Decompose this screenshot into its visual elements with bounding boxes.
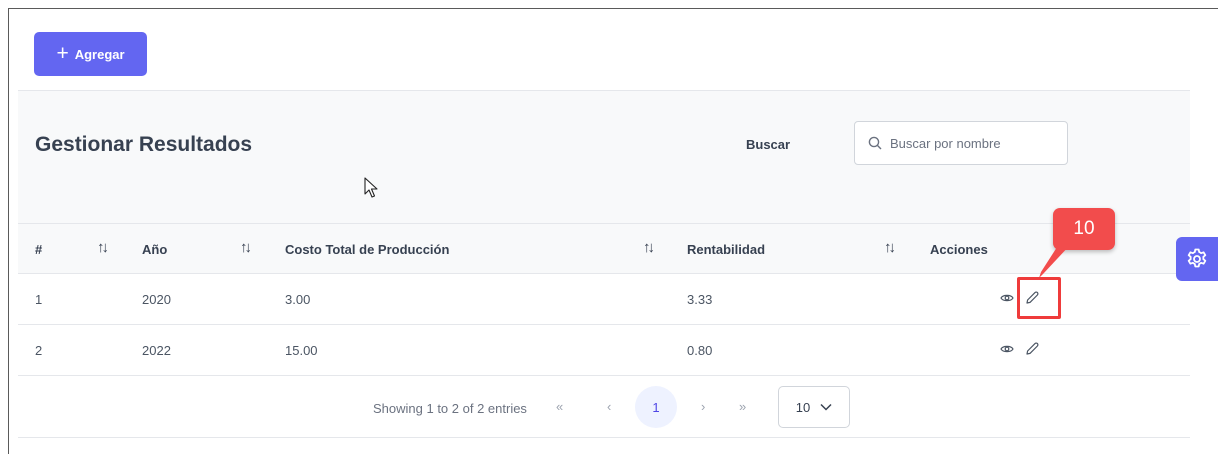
callout-arrow <box>1039 244 1071 278</box>
next-page-button[interactable]: › <box>701 399 705 414</box>
gear-icon <box>1187 248 1207 268</box>
cell-number: 2 <box>35 343 43 358</box>
mouse-cursor-icon <box>364 177 378 198</box>
edit-pencil-icon[interactable] <box>1024 341 1040 357</box>
search-icon <box>868 136 882 150</box>
cell-year: 2022 <box>142 343 171 358</box>
col-header-profit: Rentabilidad <box>687 242 766 257</box>
page-title: Gestionar Resultados <box>35 133 253 156</box>
add-button-label: Agregar <box>74 46 125 62</box>
prev-page-button[interactable]: ‹ <box>607 399 611 414</box>
card-header: Gestionar Resultados Buscar <box>18 90 1190 223</box>
page-1-button[interactable]: 1 <box>635 386 677 428</box>
pagination: Showing 1 to 2 of 2 entries « ‹ 1 › » 10 <box>18 376 1190 438</box>
first-page-button[interactable]: « <box>556 399 563 414</box>
table-header: # ↑↓ Año ↑↓ Costo Total de Producción ↑↓… <box>18 223 1190 274</box>
table-row: 2 2022 15.00 0.80 <box>18 325 1190 376</box>
settings-button[interactable] <box>1176 237 1218 281</box>
cell-number: 1 <box>35 292 43 307</box>
results-card: Gestionar Resultados Buscar # ↑↓ Año ↑↓ … <box>18 90 1190 438</box>
plus-icon: + <box>56 41 69 65</box>
cell-year: 2020 <box>142 292 171 307</box>
cell-cost: 3.00 <box>285 292 311 307</box>
cell-cost: 15.00 <box>285 343 318 358</box>
col-header-year: Año <box>142 242 168 257</box>
add-button[interactable]: + Agregar <box>34 32 147 76</box>
results-table: # ↑↓ Año ↑↓ Costo Total de Producción ↑↓… <box>18 223 1190 438</box>
entries-info: Showing 1 to 2 of 2 entries <box>373 401 527 416</box>
table-row: 1 2020 3.00 3.33 <box>18 274 1190 325</box>
view-eye-icon[interactable] <box>1000 342 1014 356</box>
chevron-down-icon <box>820 403 832 411</box>
rows-per-page-value: 10 <box>795 399 811 415</box>
search-field[interactable] <box>854 121 1068 165</box>
col-header-cost: Costo Total de Producción <box>285 242 450 257</box>
row-actions <box>1000 341 1040 357</box>
cell-profit: 0.80 <box>687 343 713 358</box>
sort-profit-icon[interactable]: ↑↓ <box>884 239 896 256</box>
sort-cost-icon[interactable]: ↑↓ <box>643 239 655 256</box>
sort-number-icon[interactable]: ↑↓ <box>97 239 109 256</box>
col-header-actions: Acciones <box>930 242 988 257</box>
cell-profit: 3.33 <box>687 292 713 307</box>
search-label: Buscar <box>746 137 791 152</box>
view-eye-icon[interactable] <box>1000 291 1014 305</box>
rows-per-page-select[interactable]: 10 <box>778 386 850 428</box>
last-page-button[interactable]: » <box>739 399 746 414</box>
edit-highlight-box <box>1017 277 1061 319</box>
search-input[interactable] <box>890 135 1050 151</box>
col-header-number: # <box>35 242 43 257</box>
sort-year-icon[interactable]: ↑↓ <box>240 239 252 256</box>
